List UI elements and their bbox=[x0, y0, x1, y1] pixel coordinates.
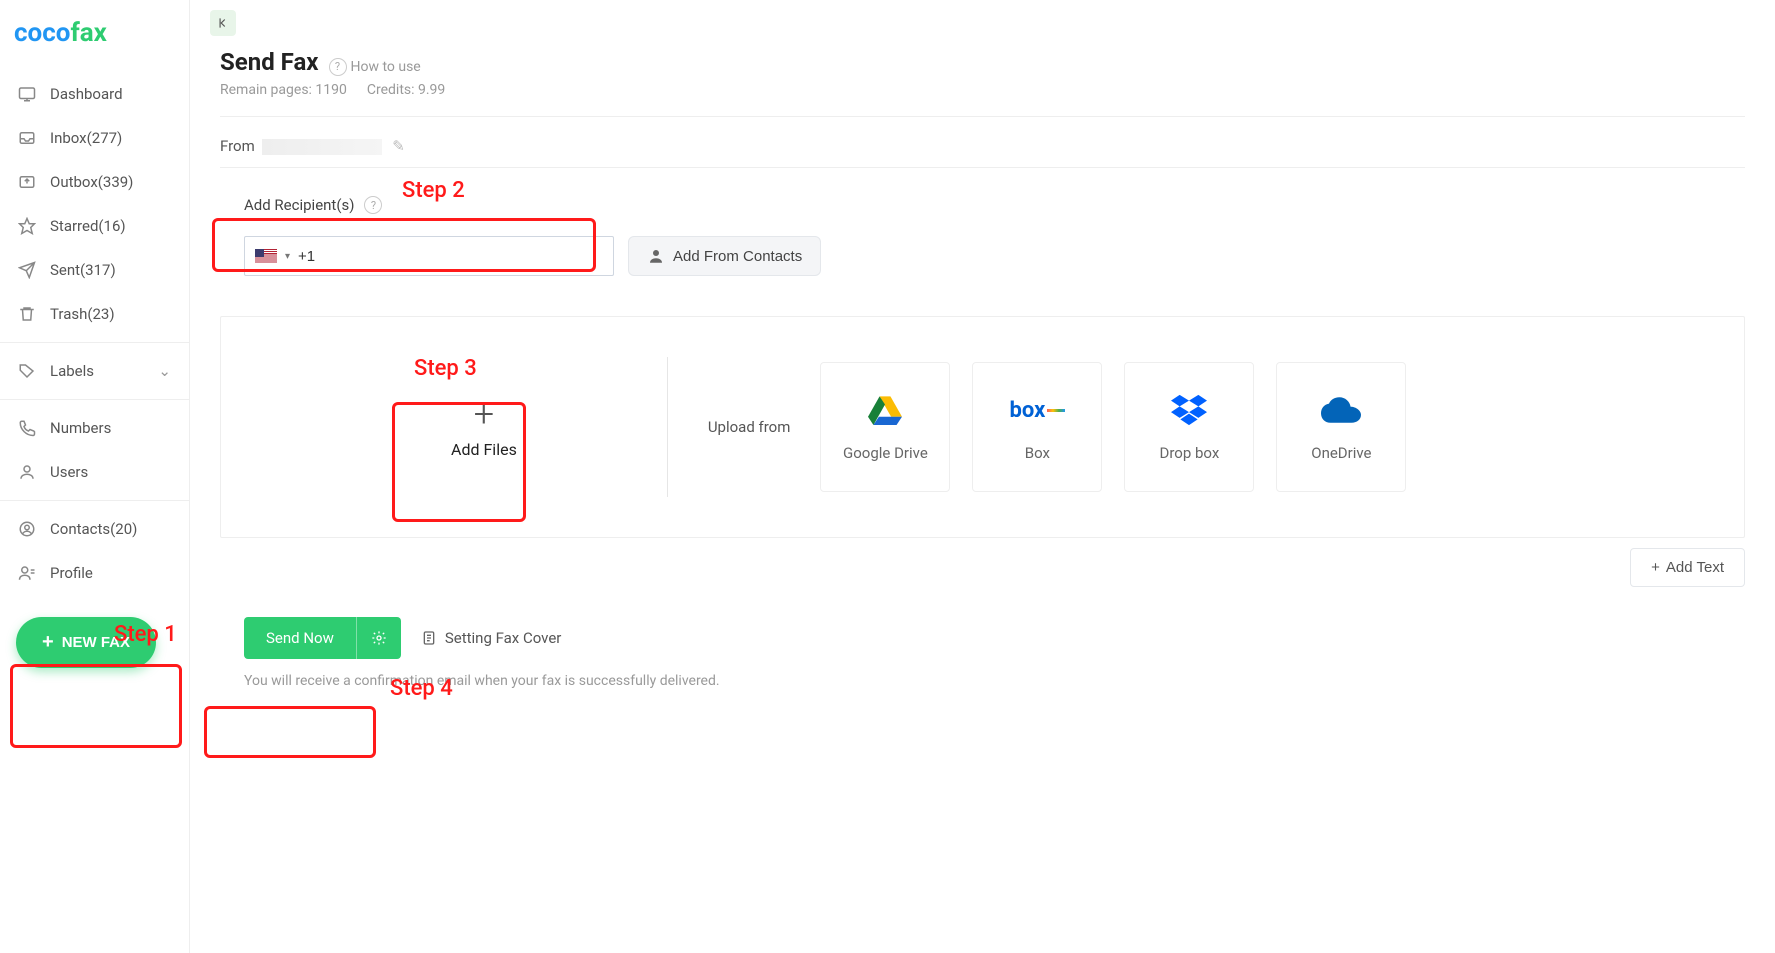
onedrive-icon bbox=[1321, 392, 1361, 428]
cloud-label: Drop box bbox=[1160, 444, 1220, 462]
setting-cover-label: Setting Fax Cover bbox=[445, 629, 562, 647]
trash-icon bbox=[18, 305, 36, 323]
plus-icon: + bbox=[1651, 559, 1660, 576]
nav-outbox[interactable]: Outbox(339) bbox=[0, 160, 189, 204]
sidebar-collapse-button[interactable] bbox=[210, 10, 236, 36]
nav-label: Users bbox=[50, 463, 171, 481]
nav-sent[interactable]: Sent(317) bbox=[0, 248, 189, 292]
nav-label: Contacts(20) bbox=[50, 520, 171, 538]
contacts-icon bbox=[18, 520, 36, 538]
from-row: From ✎ bbox=[220, 117, 1745, 168]
nav-label: Profile bbox=[50, 564, 171, 582]
how-to-use-link[interactable]: ? How to use bbox=[329, 58, 421, 76]
add-text-button[interactable]: + Add Text bbox=[1630, 548, 1745, 587]
nav-label: Dashboard bbox=[50, 85, 171, 103]
nav-users[interactable]: Users bbox=[0, 450, 189, 494]
profile-icon bbox=[18, 564, 36, 582]
recipient-input[interactable] bbox=[298, 248, 603, 265]
nav-label: Numbers bbox=[50, 419, 171, 437]
inbox-icon bbox=[18, 129, 36, 147]
upload-dropbox[interactable]: Drop box bbox=[1124, 362, 1254, 492]
nav-label: Outbox(339) bbox=[50, 173, 171, 191]
send-icon bbox=[18, 261, 36, 279]
remain-pages: Remain pages: 1190 bbox=[220, 82, 347, 98]
star-icon bbox=[18, 217, 36, 235]
setting-fax-cover-link[interactable]: Setting Fax Cover bbox=[421, 629, 562, 647]
upload-google-drive[interactable]: Google Drive bbox=[820, 362, 950, 492]
confirmation-note: You will receive a confirmation email wh… bbox=[220, 673, 1745, 689]
add-files-label: Add Files bbox=[451, 440, 517, 459]
flag-icon bbox=[255, 249, 277, 264]
google-drive-icon bbox=[868, 392, 902, 428]
annotation-box-step4 bbox=[204, 706, 376, 758]
new-fax-button[interactable]: + NEW FAX bbox=[16, 617, 156, 668]
upload-box[interactable]: box Box bbox=[972, 362, 1102, 492]
from-label: From bbox=[220, 137, 255, 155]
upload-onedrive[interactable]: OneDrive bbox=[1276, 362, 1406, 492]
nav-contacts[interactable]: Contacts(20) bbox=[0, 507, 189, 551]
divider bbox=[667, 357, 668, 497]
nav-numbers[interactable]: Numbers bbox=[0, 406, 189, 450]
edit-from-icon[interactable]: ✎ bbox=[392, 137, 405, 155]
phone-icon bbox=[18, 419, 36, 437]
button-label: Add From Contacts bbox=[673, 248, 802, 265]
send-now-button[interactable]: Send Now bbox=[244, 617, 401, 659]
user-icon bbox=[18, 463, 36, 481]
from-value bbox=[262, 139, 382, 155]
cloud-label: OneDrive bbox=[1311, 444, 1371, 462]
send-label: Send Now bbox=[244, 617, 356, 659]
nav-labels[interactable]: Labels ⌄ bbox=[0, 349, 189, 393]
tag-icon bbox=[18, 362, 36, 380]
chevron-down-icon: ⌄ bbox=[158, 362, 171, 380]
help-icon: ? bbox=[329, 58, 347, 76]
credits: Credits: 9.99 bbox=[367, 82, 445, 98]
main-content: Send Fax ? How to use Remain pages: 1190… bbox=[190, 0, 1775, 953]
help-icon[interactable]: ? bbox=[364, 196, 382, 214]
nav-label: Labels bbox=[50, 362, 144, 380]
nav-inbox[interactable]: Inbox(277) bbox=[0, 116, 189, 160]
file-upload-panel: + Add Files Upload from Google Drive box… bbox=[220, 316, 1745, 538]
nav-label: Starred(16) bbox=[50, 217, 171, 235]
nav-profile[interactable]: Profile bbox=[0, 551, 189, 595]
upload-from-label: Upload from bbox=[708, 418, 791, 436]
plus-icon: + bbox=[474, 396, 494, 432]
button-label: Add Text bbox=[1666, 559, 1724, 576]
monitor-icon bbox=[18, 85, 36, 103]
button-label: NEW FAX bbox=[62, 634, 130, 651]
how-to-label: How to use bbox=[351, 59, 421, 75]
add-from-contacts-button[interactable]: Add From Contacts bbox=[628, 236, 821, 276]
logo: cocofax bbox=[0, 0, 189, 66]
cloud-label: Box bbox=[1025, 444, 1050, 462]
nav-trash[interactable]: Trash(23) bbox=[0, 292, 189, 336]
nav-label: Inbox(277) bbox=[50, 129, 171, 147]
nav-label: Sent(317) bbox=[50, 261, 171, 279]
recipient-phone-field[interactable]: ▾ bbox=[244, 236, 614, 276]
nav-starred[interactable]: Starred(16) bbox=[0, 204, 189, 248]
add-files-button[interactable]: + Add Files bbox=[451, 396, 517, 459]
send-settings-button[interactable] bbox=[356, 617, 401, 659]
outbox-icon bbox=[18, 173, 36, 191]
cloud-label: Google Drive bbox=[843, 444, 928, 462]
recipients-label: Add Recipient(s) bbox=[244, 196, 354, 214]
nav-label: Trash(23) bbox=[50, 305, 171, 323]
box-icon: box bbox=[1010, 392, 1066, 428]
caret-down-icon: ▾ bbox=[285, 251, 290, 262]
sidebar: cocofax Dashboard Inbox(277) Outbox(339)… bbox=[0, 0, 190, 953]
page-title: Send Fax bbox=[220, 48, 319, 76]
nav-dashboard[interactable]: Dashboard bbox=[0, 72, 189, 116]
dropbox-icon bbox=[1171, 392, 1207, 428]
plus-icon: + bbox=[42, 631, 54, 654]
